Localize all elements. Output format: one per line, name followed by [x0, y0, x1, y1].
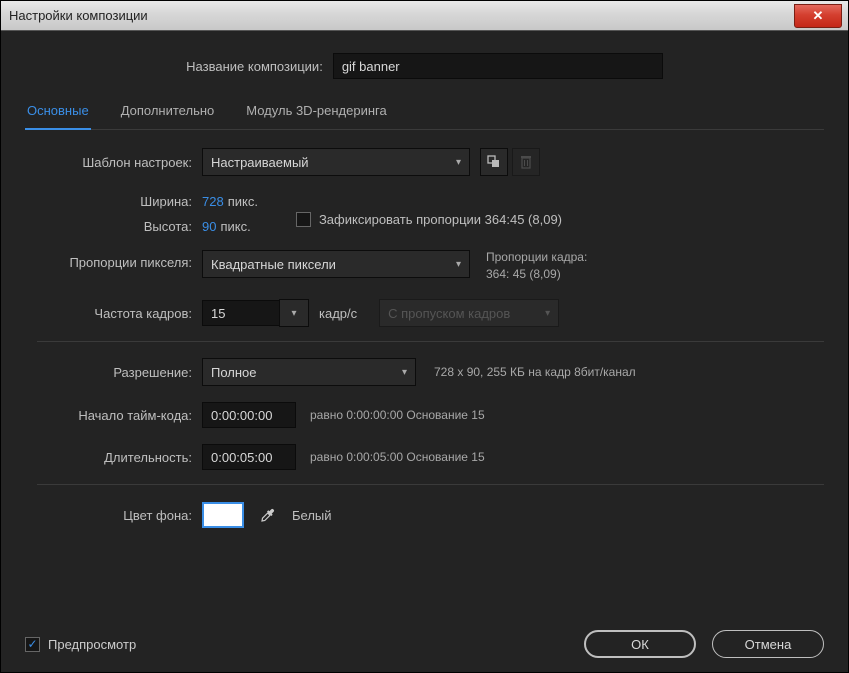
composition-settings-dialog: Настройки композиции ✕ Название композиц…: [0, 0, 849, 673]
width-label: Ширина:: [37, 194, 192, 209]
close-icon: ✕: [813, 8, 824, 24]
eyedropper-icon: [260, 507, 276, 523]
chevron-down-icon: ▾: [545, 308, 550, 319]
start-timecode-label: Начало тайм-кода:: [37, 408, 192, 423]
titlebar: Настройки композиции ✕: [1, 1, 848, 31]
start-timecode-info: равно 0:00:00:00 Основание 15: [310, 408, 485, 422]
framerate-dropdown-button[interactable]: ▾: [279, 299, 309, 327]
dialog-footer: Предпросмотр ОК Отмена: [25, 616, 824, 658]
ok-button[interactable]: ОК: [584, 630, 696, 658]
resolution-label: Разрешение:: [37, 365, 192, 380]
delete-preset-button[interactable]: [512, 148, 540, 176]
height-value[interactable]: 90: [202, 219, 216, 234]
preview-row: Предпросмотр: [25, 637, 136, 652]
height-row: Высота: 90 пикс.: [37, 219, 258, 234]
duration-input[interactable]: [202, 444, 296, 470]
framerate-label: Частота кадров:: [37, 306, 192, 321]
dialog-body: Название композиции: Основные Дополнител…: [1, 31, 848, 672]
eyedropper-button[interactable]: [254, 501, 282, 529]
close-button[interactable]: ✕: [794, 4, 842, 28]
bgcolor-swatch[interactable]: [202, 502, 244, 528]
bgcolor-label: Цвет фона:: [37, 508, 192, 523]
composition-name-label: Название композиции:: [186, 59, 323, 74]
start-timecode-input[interactable]: [202, 402, 296, 428]
pixel-aspect-label: Пропорции пикселя:: [37, 250, 192, 270]
frame-aspect-value: 364: 45 (8,09): [486, 267, 587, 281]
width-unit: пикс.: [228, 194, 258, 209]
duration-row: Длительность: равно 0:00:05:00 Основание…: [37, 444, 824, 470]
pixel-aspect-dropdown[interactable]: Квадратные пиксели ▾: [202, 250, 470, 278]
cancel-button[interactable]: Отмена: [712, 630, 824, 658]
tab-advanced[interactable]: Дополнительно: [119, 99, 217, 129]
framerate-unit: кадр/с: [319, 306, 357, 321]
preset-value: Настраиваемый: [211, 155, 309, 170]
framerate-row: Частота кадров: ▾ кадр/с С пропуском кад…: [37, 299, 824, 327]
preview-checkbox[interactable]: [25, 637, 40, 652]
duration-label: Длительность:: [37, 450, 192, 465]
lock-aspect-row: Зафиксировать пропорции 364:45 (8,09): [296, 212, 562, 227]
preview-label: Предпросмотр: [48, 637, 136, 652]
lock-aspect-checkbox[interactable]: [296, 212, 311, 227]
pixel-aspect-value: Квадратные пиксели: [211, 257, 336, 272]
resolution-value: Полное: [211, 365, 257, 380]
chevron-down-icon: ▾: [291, 308, 296, 319]
save-preset-icon: [487, 155, 501, 169]
dropframe-dropdown: С пропуском кадров ▾: [379, 299, 559, 327]
bgcolor-name: Белый: [292, 508, 332, 523]
chevron-down-icon: ▾: [402, 367, 407, 378]
composition-name-input[interactable]: [333, 53, 663, 79]
resolution-dropdown[interactable]: Полное ▾: [202, 358, 416, 386]
preset-dropdown[interactable]: Настраиваемый ▾: [202, 148, 470, 176]
tabs: Основные Дополнительно Модуль 3D-рендери…: [25, 99, 824, 130]
tab-renderer[interactable]: Модуль 3D-рендеринга: [244, 99, 388, 129]
frame-aspect-label: Пропорции кадра:: [486, 250, 587, 264]
divider: [37, 341, 824, 342]
divider: [37, 484, 824, 485]
trash-icon: [520, 155, 532, 169]
save-preset-button[interactable]: [480, 148, 508, 176]
dropframe-value: С пропуском кадров: [388, 306, 510, 321]
framerate-input[interactable]: [202, 300, 280, 326]
composition-name-row: Название композиции:: [25, 53, 824, 79]
preset-label: Шаблон настроек:: [37, 155, 192, 170]
resolution-info: 728 x 90, 255 КБ на кадр 8бит/канал: [434, 365, 636, 379]
chevron-down-icon: ▾: [456, 157, 461, 168]
tab-content-basic: Шаблон настроек: Настраиваемый ▾: [25, 148, 824, 539]
height-unit: пикс.: [220, 219, 250, 234]
window-title: Настройки композиции: [9, 8, 148, 23]
height-label: Высота:: [37, 219, 192, 234]
width-row: Ширина: 728 пикс.: [37, 194, 258, 209]
chevron-down-icon: ▾: [456, 259, 461, 270]
duration-info: равно 0:00:05:00 Основание 15: [310, 450, 485, 464]
pixel-aspect-row: Пропорции пикселя: Квадратные пиксели ▾ …: [37, 250, 824, 281]
bgcolor-row: Цвет фона: Белый: [37, 501, 824, 529]
tab-basic[interactable]: Основные: [25, 99, 91, 130]
start-timecode-row: Начало тайм-кода: равно 0:00:00:00 Основ…: [37, 402, 824, 428]
lock-aspect-label: Зафиксировать пропорции 364:45 (8,09): [319, 212, 562, 227]
preset-row: Шаблон настроек: Настраиваемый ▾: [37, 148, 824, 176]
resolution-row: Разрешение: Полное ▾ 728 x 90, 255 КБ на…: [37, 358, 824, 386]
width-value[interactable]: 728: [202, 194, 224, 209]
